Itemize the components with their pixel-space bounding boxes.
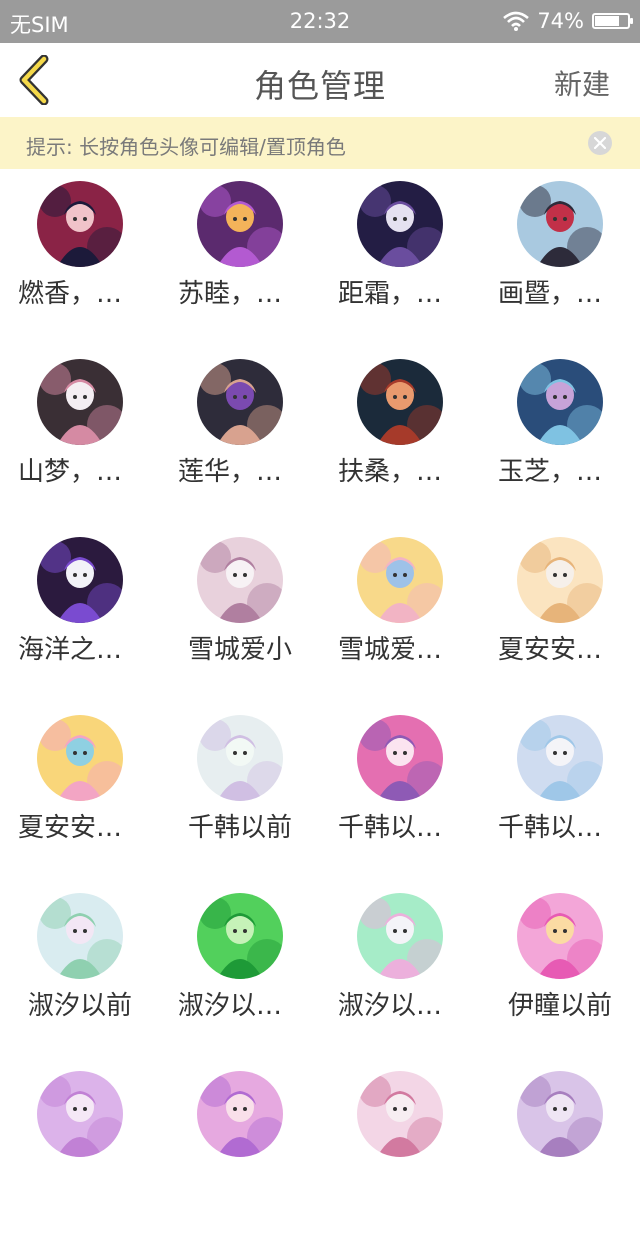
character-avatar[interactable]: [517, 537, 603, 623]
character-avatar[interactable]: [37, 181, 123, 267]
character-avatar[interactable]: [197, 1071, 283, 1157]
close-icon: [594, 137, 606, 149]
character-avatar[interactable]: [357, 359, 443, 445]
character-item[interactable]: 雪城爱小: [160, 525, 320, 703]
character-avatar[interactable]: [197, 893, 283, 979]
character-item[interactable]: [0, 1059, 160, 1237]
character-name: 千韩以前: [187, 813, 292, 843]
character-name: 伊瞳以前: [507, 991, 612, 1021]
character-item[interactable]: 海洋之…: [0, 525, 160, 703]
character-item[interactable]: 画暨，…: [480, 169, 640, 347]
character-avatar[interactable]: [357, 537, 443, 623]
character-avatar[interactable]: [197, 715, 283, 801]
character-name: 海洋之…: [18, 635, 123, 665]
character-item[interactable]: 玉芝，…: [480, 347, 640, 525]
character-avatar[interactable]: [37, 1071, 123, 1157]
page-title: 角色管理: [253, 67, 386, 105]
character-name: 距霜，…: [338, 279, 443, 309]
status-bar: 无SIM 22:32 74%: [0, 0, 640, 43]
character-avatar[interactable]: [357, 893, 443, 979]
character-name: 燃香，…: [18, 279, 123, 309]
character-item[interactable]: 淑汐以…: [160, 881, 320, 1059]
character-name: 雪城爱…: [338, 635, 443, 665]
character-name: 夏安安…: [18, 813, 123, 843]
character-avatar[interactable]: [517, 359, 603, 445]
character-name: 千韩以…: [338, 813, 443, 843]
character-avatar[interactable]: [37, 893, 123, 979]
character-item[interactable]: 扶桑，…: [320, 347, 480, 525]
character-item[interactable]: 苏睦，…: [160, 169, 320, 347]
character-name: 苏睦，…: [178, 279, 283, 309]
character-name: 淑汐以…: [178, 991, 283, 1021]
character-avatar[interactable]: [357, 715, 443, 801]
navigation-bar: 角色管理 新建: [0, 43, 640, 117]
chevron-left-icon: [19, 54, 49, 106]
character-item[interactable]: 夏安安…: [0, 703, 160, 881]
back-button[interactable]: [14, 54, 56, 106]
character-item[interactable]: 距霜，…: [320, 169, 480, 347]
character-item[interactable]: 千韩以…: [320, 703, 480, 881]
character-item[interactable]: 燃香，…: [0, 169, 160, 347]
character-item[interactable]: [160, 1059, 320, 1237]
character-item[interactable]: 雪城爱…: [320, 525, 480, 703]
character-item[interactable]: 山梦，…: [0, 347, 160, 525]
character-item[interactable]: 莲华，…: [160, 347, 320, 525]
character-item[interactable]: 千韩以前: [160, 703, 320, 881]
character-avatar[interactable]: [37, 715, 123, 801]
character-avatar[interactable]: [197, 537, 283, 623]
character-avatar[interactable]: [517, 181, 603, 267]
close-hint-button[interactable]: [588, 131, 612, 155]
character-item[interactable]: 夏安安…: [480, 525, 640, 703]
character-item[interactable]: [320, 1059, 480, 1237]
character-name: 莲华，…: [178, 457, 283, 487]
character-avatar[interactable]: [37, 359, 123, 445]
character-name: 画暨，…: [498, 279, 603, 309]
character-name: 淑汐以前: [27, 991, 132, 1021]
hint-banner: 提示: 长按角色头像可编辑/置顶角色: [0, 117, 640, 169]
hint-text: 提示: 长按角色头像可编辑/置顶角色: [26, 135, 346, 159]
character-name: 千韩以…: [498, 813, 603, 843]
character-name: 山梦，…: [18, 457, 123, 487]
character-item[interactable]: 淑汐以前: [0, 881, 160, 1059]
character-item[interactable]: 千韩以…: [480, 703, 640, 881]
battery-percent: 74%: [537, 9, 584, 33]
character-item[interactable]: 伊瞳以前: [480, 881, 640, 1059]
character-avatar[interactable]: [357, 181, 443, 267]
character-name: 夏安安…: [498, 635, 603, 665]
character-avatar[interactable]: [197, 359, 283, 445]
character-avatar[interactable]: [517, 715, 603, 801]
new-character-button[interactable]: 新建: [554, 63, 610, 103]
status-icons: 74%: [503, 9, 633, 33]
character-avatar[interactable]: [197, 181, 283, 267]
character-avatar[interactable]: [517, 893, 603, 979]
character-avatar[interactable]: [357, 1071, 443, 1157]
character-name: 雪城爱小: [187, 635, 292, 665]
character-item[interactable]: [480, 1059, 640, 1237]
character-avatar[interactable]: [517, 1071, 603, 1157]
character-name: 扶桑，…: [338, 457, 443, 487]
character-item[interactable]: 淑汐以…: [320, 881, 480, 1059]
character-name: 玉芝，…: [498, 457, 603, 487]
character-avatar[interactable]: [37, 537, 123, 623]
battery-icon: [592, 13, 633, 29]
character-name: 淑汐以…: [338, 991, 443, 1021]
wifi-icon: [503, 11, 530, 31]
